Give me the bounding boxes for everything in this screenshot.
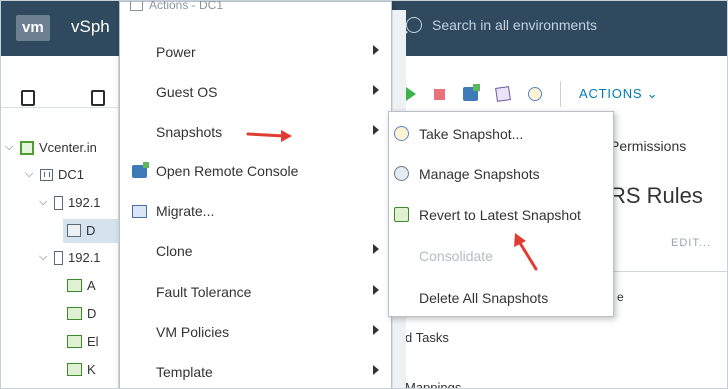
menu-item-label: Power (156, 44, 196, 60)
menu-item-label: Migrate... (156, 203, 215, 219)
menu-item-fault-tolerance[interactable]: Fault Tolerance (120, 272, 391, 312)
tree-item-label: El (87, 334, 99, 349)
menu-item-guest-os[interactable]: Guest OS (120, 72, 391, 112)
tree-item-host[interactable]: ⌵ 192.1 (39, 250, 101, 265)
submenu-arrow-icon (373, 285, 379, 295)
tree-item-vm[interactable]: A (67, 278, 96, 293)
tree-item-vcenter[interactable]: ⌵ Vcenter.in (5, 140, 97, 155)
submenu-item-delete-all-snapshots[interactable]: Delete All Snapshots (389, 278, 613, 318)
screenshot-frame: vm vSph Search in all environments ⌵ Vce… (0, 0, 728, 389)
submenu-arrow-icon (373, 125, 379, 135)
menu-item-label: Snapshots (156, 124, 223, 140)
mappings-link[interactable]: Mappings (405, 380, 461, 388)
submenu-arrow-icon (373, 325, 379, 335)
menu-item-vm-policies[interactable]: VM Policies (120, 312, 391, 352)
edit-settings-icon[interactable] (495, 86, 511, 102)
tree-item-label: 192.1 (68, 195, 101, 210)
tree-item-label: 192.1 (68, 250, 101, 265)
menu-item-label: VM Policies (156, 324, 230, 340)
cluster-icon (67, 224, 81, 237)
actions-context-menu: Actions - DC1 Power Guest OS Snapshots O… (119, 0, 392, 388)
remote-console-icon (132, 161, 149, 178)
menu-item-power[interactable]: Power (120, 32, 391, 72)
search-icon (406, 17, 422, 33)
tree-item-vm[interactable]: K (67, 362, 96, 377)
annotation-arrow-snapshots (246, 130, 292, 142)
menu-header-label: Actions - DC1 (149, 0, 224, 12)
tree-item-label: DC1 (58, 167, 85, 182)
tree-item-datacenter[interactable]: ⌵ DC1 (25, 167, 84, 182)
submenu-item-label: Revert to Latest Snapshot (419, 207, 581, 223)
tree-item-label: D (87, 306, 97, 321)
tab-permissions[interactable]: Permissions (610, 138, 686, 154)
submenu-arrow-icon (373, 365, 379, 375)
product-name: vSph (71, 17, 110, 36)
submenu-item-consolidate: Consolidate (389, 236, 613, 276)
submenu-item-revert-snapshot[interactable]: Revert to Latest Snapshot (389, 195, 613, 235)
menu-item-migrate[interactable]: Migrate... (120, 191, 391, 231)
datacenter-icon (130, 1, 143, 11)
menu-item-label: Fault Tolerance (156, 284, 252, 300)
submenu-arrow-icon (373, 244, 379, 254)
console-icon[interactable] (463, 84, 480, 101)
tree-item-label: A (87, 278, 96, 293)
menu-item-label: Open Remote Console (156, 163, 299, 179)
toolbar-divider (560, 81, 561, 107)
edit-button[interactable]: EDIT... (671, 237, 711, 249)
annotation-arrow-revert (514, 233, 538, 271)
submenu-item-take-snapshot[interactable]: Take Snapshot... (389, 114, 613, 154)
vms-templates-tab-icon[interactable] (91, 90, 105, 106)
datacenter-icon (40, 168, 53, 181)
manage-snapshots-icon (394, 166, 409, 181)
submenu-item-label: Delete All Snapshots (419, 290, 549, 306)
vm-icon (67, 279, 82, 292)
submenu-item-label: Consolidate (419, 248, 493, 264)
chevron-down-icon[interactable]: ⌵ (39, 196, 49, 209)
power-off-icon[interactable] (434, 88, 445, 100)
menu-item-open-remote-console[interactable]: Open Remote Console (120, 151, 391, 191)
snapshots-submenu: Take Snapshot... Manage Snapshots Revert… (388, 111, 614, 317)
submenu-arrow-icon (373, 85, 379, 95)
chevron-down-icon[interactable]: ⌵ (5, 141, 15, 154)
vm-logo: vm (16, 15, 50, 41)
vcenter-icon (20, 140, 34, 155)
object-toolbar: ACTIONS ⌄ (406, 81, 659, 107)
power-on-icon[interactable] (406, 87, 416, 101)
global-search[interactable]: Search in all environments (406, 17, 597, 33)
chevron-down-icon[interactable]: ⌵ (39, 251, 49, 264)
tree-item-vm[interactable]: El (67, 334, 99, 349)
vm-icon (67, 363, 82, 376)
revert-snapshot-icon (394, 207, 409, 222)
host-icon (54, 250, 63, 265)
tree-item-label: D (86, 223, 96, 238)
hosts-clusters-tab-icon[interactable] (21, 90, 35, 106)
actions-button[interactable]: ACTIONS ⌄ (579, 86, 659, 102)
section-title: RS Rules (610, 183, 703, 208)
vm-icon (67, 307, 82, 320)
menu-header: Actions - DC1 (130, 0, 224, 12)
menu-item-label: Guest OS (156, 84, 218, 100)
snapshot-icon[interactable] (528, 87, 542, 101)
host-icon (54, 195, 63, 210)
migrate-icon (132, 204, 147, 218)
tree-item-cluster[interactable]: D (67, 223, 95, 238)
chevron-down-icon[interactable]: ⌵ (25, 168, 35, 181)
menu-item-clone[interactable]: Clone (120, 231, 391, 271)
tree-item-label: K (87, 362, 96, 377)
submenu-item-label: Manage Snapshots (419, 166, 540, 182)
tasks-link[interactable]: d Tasks (405, 330, 449, 345)
submenu-item-label: Take Snapshot... (419, 126, 524, 142)
vm-icon (67, 335, 82, 348)
tree-item-vm[interactable]: D (67, 306, 96, 321)
tree-item-label: Vcenter.in (39, 140, 97, 155)
search-placeholder: Search in all environments (432, 17, 597, 33)
menu-item-label: Template (156, 364, 213, 380)
submenu-item-manage-snapshots[interactable]: Manage Snapshots (389, 154, 613, 194)
tree-item-host[interactable]: ⌵ 192.1 (39, 195, 101, 210)
menu-item-label: Clone (156, 243, 193, 259)
take-snapshot-icon (394, 126, 409, 141)
submenu-arrow-icon (373, 45, 379, 55)
column-header: e (617, 290, 624, 304)
menu-item-template[interactable]: Template (120, 352, 391, 388)
